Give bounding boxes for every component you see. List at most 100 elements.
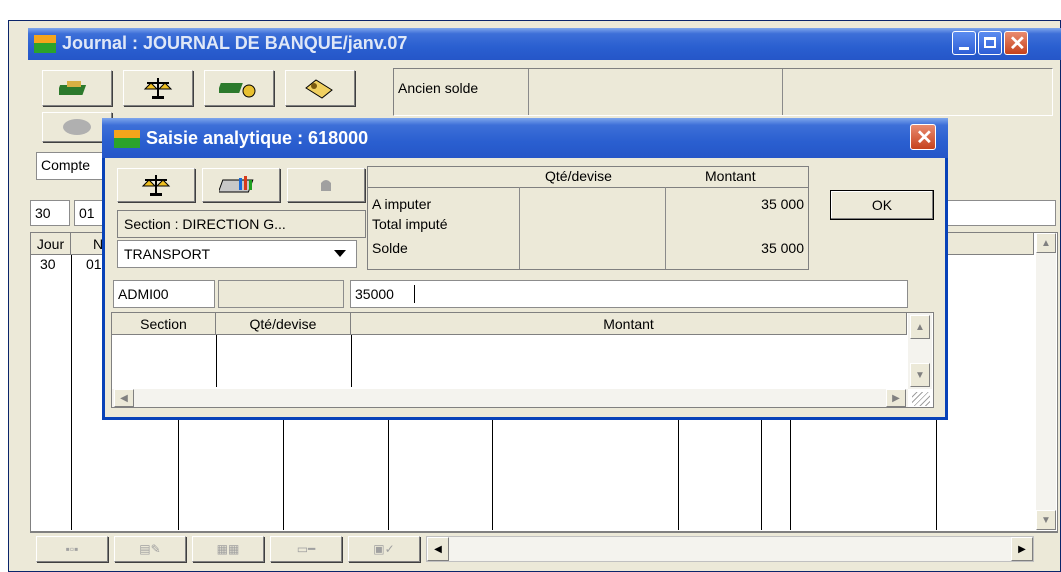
edit-icon: ▤✎: [139, 542, 161, 556]
bottom-tool-3[interactable]: ▦▦: [192, 536, 264, 562]
text-cursor: [414, 285, 415, 303]
bottom-tool-5[interactable]: ▣✓: [348, 536, 420, 562]
grid-header-qty-label: Qté/devise: [249, 315, 317, 332]
summary-row-label: Total imputé: [372, 216, 448, 232]
journal-vscrollbar[interactable]: ▲ ▼: [1036, 233, 1056, 530]
row-num: 01: [86, 256, 102, 272]
toolbar-button-4[interactable]: [285, 70, 355, 106]
minimize-button[interactable]: [952, 31, 976, 55]
compte-field[interactable]: Compte: [36, 152, 108, 180]
grid-header-section-label: Section: [140, 315, 187, 332]
bottom-tool-4[interactable]: ▭━: [270, 536, 342, 562]
ancien-solde-panel: [393, 68, 1053, 116]
dialog-title: Saisie analytique : 618000: [146, 128, 369, 148]
coins-icon: [219, 83, 256, 98]
analytic-hscrollbar[interactable]: ◀ ▶: [112, 389, 908, 407]
grid-line: [492, 420, 493, 530]
scroll-up-button[interactable]: ▲: [910, 315, 930, 339]
summary-row-amount: 35 000: [761, 196, 804, 212]
summary-row-label: Solde: [372, 240, 408, 256]
chevron-down-icon: [334, 250, 346, 257]
section-label: Section : DIRECTION G...: [124, 216, 286, 232]
day-field[interactable]: 30: [30, 200, 70, 226]
grid-header-qty[interactable]: Qté/devise: [216, 313, 351, 335]
dialog-disabled-button: [287, 168, 365, 202]
dialog-app-icon: [114, 130, 140, 148]
section-label-box: Section : DIRECTION G...: [117, 210, 366, 238]
maximize-icon: [984, 37, 996, 48]
grid-header-section[interactable]: Section: [112, 313, 216, 335]
resize-grip-icon[interactable]: [912, 392, 930, 406]
dialog-titlebar[interactable]: Saisie analytique : 618000 ✕: [102, 118, 948, 158]
scroll-right-button[interactable]: ▶: [1011, 537, 1033, 561]
dialog-chart-button[interactable]: [202, 168, 280, 202]
toolbar-button-2[interactable]: [123, 70, 193, 106]
bottom-tool-2[interactable]: ▤✎: [114, 536, 186, 562]
journal-wide-field[interactable]: [938, 200, 1056, 226]
split-icon: ▪▫▪: [65, 542, 79, 556]
dialog-scales-button[interactable]: [117, 168, 195, 202]
grid-line: [71, 255, 72, 530]
compte-label: Compte: [41, 157, 91, 173]
ok-label: OK: [871, 197, 893, 213]
entry-section-value: ADMI00: [118, 286, 169, 302]
grid-header-amount[interactable]: Montant: [351, 313, 907, 335]
grid-line: [936, 420, 937, 530]
grid-line: [178, 420, 179, 530]
scroll-left-button[interactable]: ◀: [427, 537, 449, 561]
grid-line: [678, 420, 679, 530]
journal-title: Journal : JOURNAL DE BANQUE/janv.07: [62, 33, 408, 53]
summary-row-label: A imputer: [372, 196, 432, 212]
col-header-right[interactable]: [938, 233, 1034, 255]
toolbar-button-1[interactable]: [42, 70, 112, 106]
grid-icon: ▦▦: [216, 542, 240, 556]
grid-line: [351, 335, 352, 387]
entry-qty-field[interactable]: [218, 280, 344, 308]
axis-select-value: TRANSPORT: [124, 246, 211, 262]
col-header-jour[interactable]: Jour: [31, 233, 71, 255]
summary-header-qty: Qté/devise: [545, 168, 612, 184]
grid-header-amount-label: Montant: [603, 315, 654, 332]
grid-line: [761, 420, 762, 530]
entry-amount-value: 35000: [355, 286, 394, 302]
journal-titlebar[interactable]: Journal : JOURNAL DE BANQUE/janv.07 ✕: [28, 28, 1061, 60]
scales-icon: [143, 78, 173, 99]
grid-line: [216, 335, 217, 387]
analytic-vscrollbar[interactable]: ▲ ▼: [908, 313, 932, 389]
dialog-close-button[interactable]: ✕: [910, 124, 936, 150]
card-icon: ▭━: [296, 542, 316, 556]
grid-line: [790, 420, 791, 530]
close-icon: ✕: [1009, 33, 1026, 55]
entry-section-field[interactable]: ADMI00: [113, 280, 215, 308]
chart-icon: [219, 176, 254, 193]
scroll-right-button[interactable]: ▶: [886, 389, 906, 407]
row-day: 30: [40, 256, 56, 272]
summary-header-amount: Montant: [705, 168, 756, 184]
minimize-icon: [959, 47, 969, 50]
maximize-button[interactable]: [978, 31, 1002, 55]
close-icon: ✕: [916, 127, 933, 149]
grid-line: [388, 420, 389, 530]
scroll-up-button[interactable]: ▲: [1036, 233, 1056, 253]
day-value: 30: [35, 205, 51, 221]
entry-amount-field[interactable]: 35000: [350, 280, 908, 308]
hand-icon: [321, 180, 331, 191]
summary-row-amount: 35 000: [761, 240, 804, 256]
scroll-down-button[interactable]: ▼: [1036, 510, 1056, 530]
scroll-left-button[interactable]: ◀: [114, 389, 134, 407]
ancien-solde-label: Ancien solde: [398, 80, 479, 96]
app-icon: [34, 35, 56, 53]
ok-button[interactable]: OK: [830, 190, 934, 220]
num-value: 01: [79, 205, 95, 221]
scales-icon: [141, 175, 171, 196]
handshake-icon: [305, 79, 333, 99]
journal-hscrollbar[interactable]: ◀ ▶: [426, 536, 1034, 562]
ledger-icon: [59, 81, 87, 95]
bottom-tool-1[interactable]: ▪▫▪: [36, 536, 108, 562]
scroll-down-button[interactable]: ▼: [910, 363, 930, 387]
toolbar-button-3[interactable]: [204, 70, 274, 106]
grid-line: [283, 420, 284, 530]
journal-close-button[interactable]: ✕: [1004, 31, 1028, 55]
axis-select[interactable]: TRANSPORT: [117, 240, 357, 268]
globe-icon: [63, 119, 91, 135]
